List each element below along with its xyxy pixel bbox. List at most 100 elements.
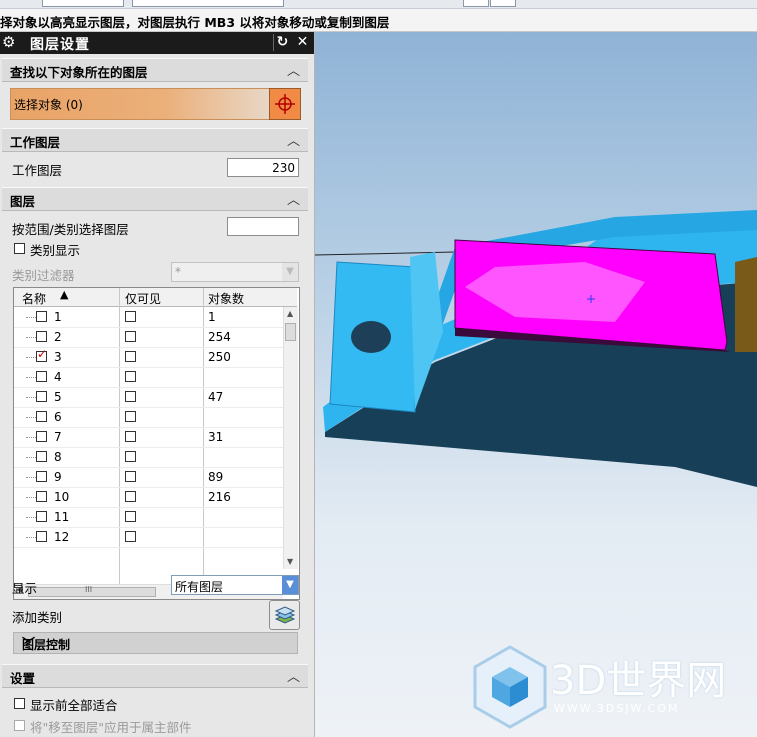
visible-only-checkbox[interactable]	[125, 451, 136, 462]
section-header-find[interactable]: 查找以下对象所在的图层 ︿	[2, 58, 308, 82]
category-filter-value: *	[175, 265, 181, 279]
layer-name: 6	[54, 410, 62, 424]
graphics-viewport[interactable]	[315, 32, 757, 737]
layer-name: 10	[54, 490, 70, 504]
chevron-up-icon[interactable]: ︿	[287, 666, 300, 685]
table-row[interactable]: 12	[14, 527, 284, 548]
sort-ascending-icon[interactable]: ▲	[60, 288, 68, 301]
select-object-field[interactable]: 选择对象 (0)	[10, 88, 270, 120]
category-filter-label: 类别过滤器	[12, 268, 75, 283]
chevron-down-icon: ▼	[282, 576, 298, 594]
apply-owner-checkbox[interactable]	[14, 720, 25, 731]
visible-only-checkbox[interactable]	[125, 511, 136, 522]
add-category-label: 添加类别	[12, 610, 63, 625]
horizontal-scroll-thumb[interactable]: III	[28, 585, 156, 597]
table-row[interactable]: 11	[14, 507, 284, 528]
layer-select-checkbox[interactable]: ✓	[36, 347, 47, 362]
layer-select-checkbox[interactable]	[36, 371, 47, 382]
chevron-down-icon[interactable]: ﹀	[22, 633, 291, 652]
status-hint-bar: 择对象以高亮显示图层，对图层执行 MB3 以将对象移动或复制到图层	[0, 9, 757, 32]
chevron-up-icon[interactable]: ︿	[287, 60, 300, 79]
chevron-up-icon[interactable]: ︿	[287, 189, 300, 208]
visible-only-checkbox[interactable]	[125, 391, 136, 402]
layer-select-checkbox[interactable]	[36, 411, 47, 422]
layer-name: 7	[54, 430, 62, 444]
section-header-work[interactable]: 工作图层 ︿	[2, 128, 308, 152]
chevron-up-icon[interactable]: ︿	[287, 130, 300, 149]
crosshair-icon	[275, 94, 295, 114]
vertical-scrollbar[interactable]: ▲ ▼	[283, 307, 298, 569]
layer-select-checkbox[interactable]	[36, 471, 47, 482]
tree-connector	[26, 377, 36, 378]
gear-icon[interactable]: ⚙	[2, 33, 15, 51]
close-icon[interactable]: ✕	[294, 34, 311, 51]
select-object-button[interactable]	[269, 88, 301, 120]
category-filter-dropdown[interactable]: * ▼	[171, 262, 299, 282]
object-count: 216	[208, 490, 231, 504]
table-row[interactable]: 8	[14, 447, 284, 468]
layer-select-checkbox[interactable]	[36, 491, 47, 502]
layer-name: 3	[54, 350, 62, 364]
vertical-scroll-thumb[interactable]	[285, 323, 296, 341]
category-display-checkbox[interactable]	[14, 243, 25, 254]
visible-only-checkbox[interactable]	[125, 331, 136, 342]
table-row[interactable]: 6	[14, 407, 284, 428]
visible-only-checkbox[interactable]	[125, 311, 136, 322]
section-header-layers[interactable]: 图层 ︿	[2, 187, 308, 211]
table-row[interactable]: 4	[14, 367, 284, 388]
layer-select-checkbox[interactable]	[36, 511, 47, 522]
visible-only-checkbox[interactable]	[125, 371, 136, 382]
object-count: 254	[208, 330, 231, 344]
visible-only-checkbox[interactable]	[125, 471, 136, 482]
tree-connector	[26, 457, 36, 458]
layer-select-checkbox[interactable]	[36, 431, 47, 442]
table-row[interactable]: 10 216	[14, 487, 284, 508]
add-category-button[interactable]	[269, 600, 300, 630]
table-row[interactable]: 9 89	[14, 467, 284, 488]
layer-select-checkbox[interactable]	[36, 531, 47, 542]
visible-only-checkbox[interactable]	[125, 431, 136, 442]
section-label: 查找以下对象所在的图层	[10, 65, 148, 80]
layer-select-checkbox[interactable]	[36, 311, 47, 322]
reset-icon[interactable]: ↻	[273, 34, 291, 51]
layer-name: 1	[54, 310, 62, 324]
table-row[interactable]: 5 47	[14, 387, 284, 408]
fit-all-label: 显示前全部适合	[30, 698, 118, 713]
scroll-down-icon[interactable]: ▼	[287, 557, 293, 566]
column-header-name[interactable]: 名称	[22, 290, 46, 307]
table-row[interactable]: 7 31	[14, 427, 284, 448]
cad-model[interactable]	[315, 32, 757, 737]
visible-only-checkbox[interactable]	[125, 411, 136, 422]
layer-select-checkbox[interactable]	[36, 451, 47, 462]
display-dropdown[interactable]: 所有图层 ▼	[171, 575, 299, 595]
table-row[interactable]: ✓ 3 250	[14, 347, 284, 368]
work-layer-label: 工作图层	[12, 163, 63, 178]
visible-only-checkbox[interactable]	[125, 531, 136, 542]
section-label: 图层	[10, 194, 36, 209]
visible-only-checkbox[interactable]	[125, 351, 136, 362]
layer-control-subsection[interactable]: 图层控制 ﹀	[13, 632, 298, 654]
table-row[interactable]: 11	[14, 307, 284, 328]
scroll-up-icon[interactable]: ▲	[287, 309, 293, 318]
layer-select-checkbox[interactable]	[36, 391, 47, 402]
column-header-object-count[interactable]: 对象数	[208, 290, 244, 307]
tree-connector	[26, 437, 36, 438]
object-count: 1	[208, 310, 216, 324]
range-select-input[interactable]	[227, 217, 299, 236]
toolbar-button[interactable]	[463, 0, 489, 7]
column-header-visible-only[interactable]: 仅可见	[125, 290, 161, 307]
status-hint-text: 择对象以高亮显示图层，对图层执行 MB3 以将对象移动或复制到图层	[0, 15, 390, 30]
watermark-url: WWW.3DSJW.COM	[554, 702, 680, 715]
toolbar-field[interactable]	[42, 0, 124, 7]
visible-only-checkbox[interactable]	[125, 491, 136, 502]
section-header-settings[interactable]: 设置 ︿	[2, 664, 308, 688]
layer-name: 11	[54, 510, 70, 524]
work-layer-input[interactable]: 230	[227, 158, 299, 177]
fit-all-checkbox[interactable]	[14, 698, 25, 709]
layer-name: 4	[54, 370, 62, 384]
toolbar-field[interactable]	[132, 0, 284, 7]
layer-select-checkbox[interactable]	[36, 331, 47, 342]
table-row[interactable]: 2 254	[14, 327, 284, 348]
toolbar-button[interactable]	[490, 0, 516, 7]
layer-name: 8	[54, 450, 62, 464]
